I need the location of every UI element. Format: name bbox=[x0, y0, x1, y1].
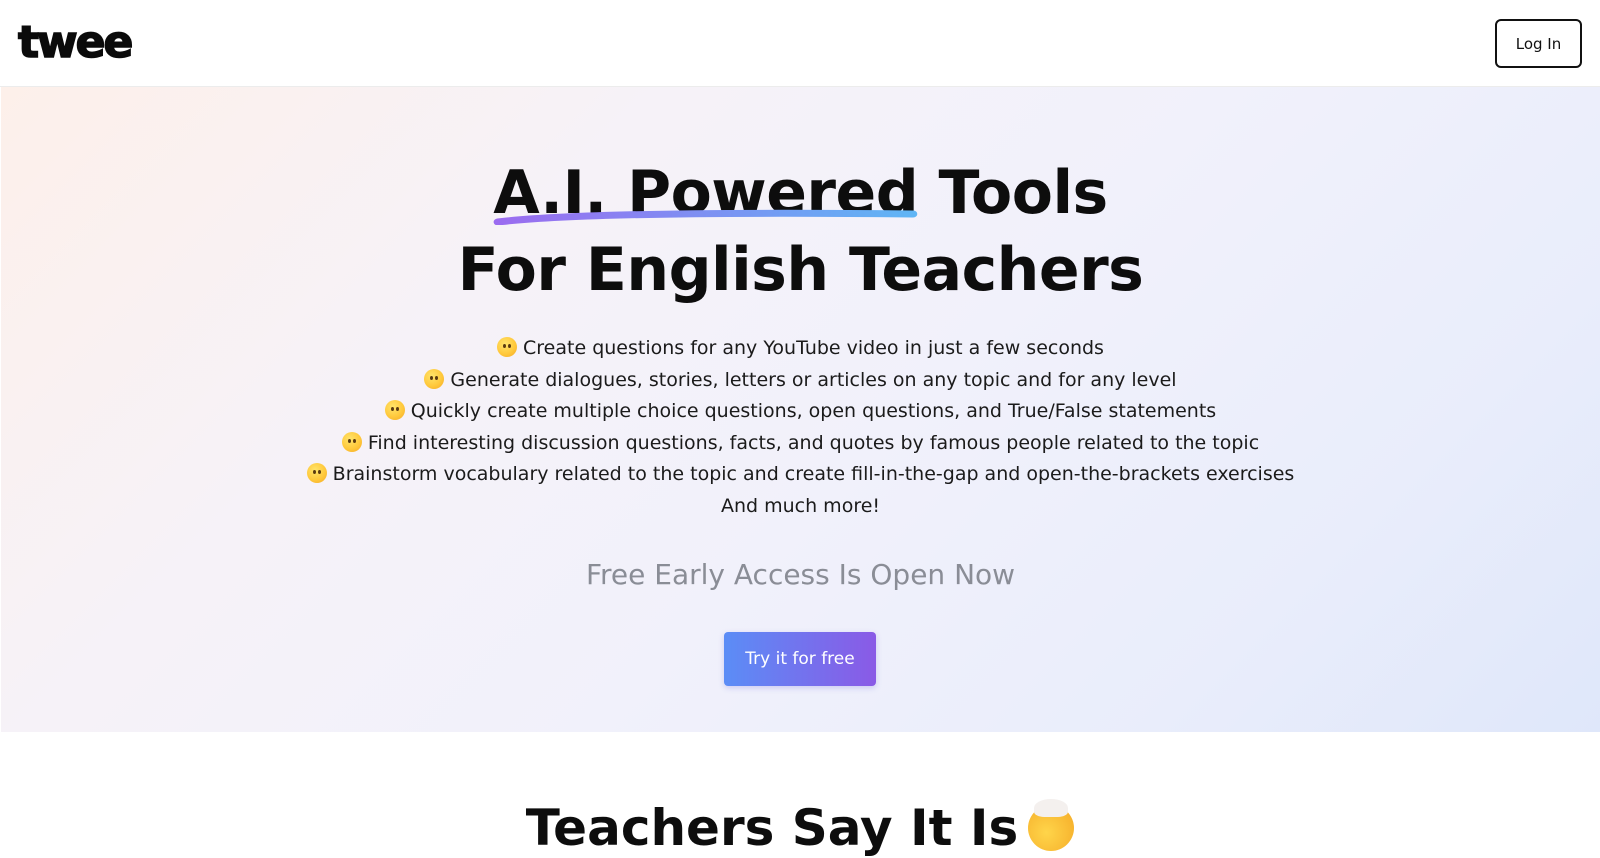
feature-item: Find interesting discussion questions, f… bbox=[1, 428, 1600, 460]
feature-text: Create questions for any YouTube video i… bbox=[523, 337, 1104, 359]
screaming-face-emoji-icon bbox=[384, 400, 405, 420]
title-highlight: A.I. Powered bbox=[493, 155, 918, 231]
title-underline-decoration bbox=[493, 209, 918, 225]
feature-text: Generate dialogues, stories, letters or … bbox=[450, 368, 1177, 391]
feature-text: Quickly create multiple choice questions… bbox=[410, 400, 1217, 422]
testimonials-heading-text: Teachers Say It Is bbox=[525, 799, 1019, 857]
early-access-subheading: Free Early Access Is Open Now bbox=[585, 558, 1016, 591]
feature-text: Brainstorm vocabulary related to the top… bbox=[332, 463, 1295, 485]
feature-more-text: And much more! bbox=[720, 494, 881, 517]
twee-logo[interactable]: twee bbox=[17, 17, 134, 69]
testimonials-heading: Teachers Say It Is bbox=[0, 798, 1600, 858]
feature-item: Generate dialogues, stories, letters or … bbox=[1, 365, 1600, 397]
hero-title-line-2: For English Teachers bbox=[457, 235, 1144, 305]
star-struck-emoji-icon bbox=[306, 463, 327, 483]
exploding-head-emoji-icon bbox=[1028, 799, 1075, 851]
site-header: twee Log In bbox=[0, 0, 1600, 87]
feature-text: Find interesting discussion questions, f… bbox=[367, 431, 1260, 454]
login-button[interactable]: Log In bbox=[1495, 19, 1582, 68]
exploding-head-emoji-icon bbox=[497, 337, 518, 357]
hero-section: A.I. Powered Tools For English Teachers … bbox=[1, 87, 1600, 732]
astonished-face-emoji-icon bbox=[424, 368, 445, 389]
try-free-button[interactable]: Try it for free bbox=[724, 632, 876, 686]
title-rest-text: Tools bbox=[938, 158, 1109, 228]
hand-over-mouth-emoji-icon bbox=[341, 431, 362, 452]
hero-title-line-1: A.I. Powered Tools bbox=[1, 155, 1600, 231]
feature-item: Quickly create multiple choice questions… bbox=[1, 396, 1600, 428]
feature-list: Create questions for any YouTube video i… bbox=[1, 333, 1600, 522]
feature-item: Brainstorm vocabulary related to the top… bbox=[1, 459, 1600, 491]
feature-item: Create questions for any YouTube video i… bbox=[1, 333, 1600, 365]
